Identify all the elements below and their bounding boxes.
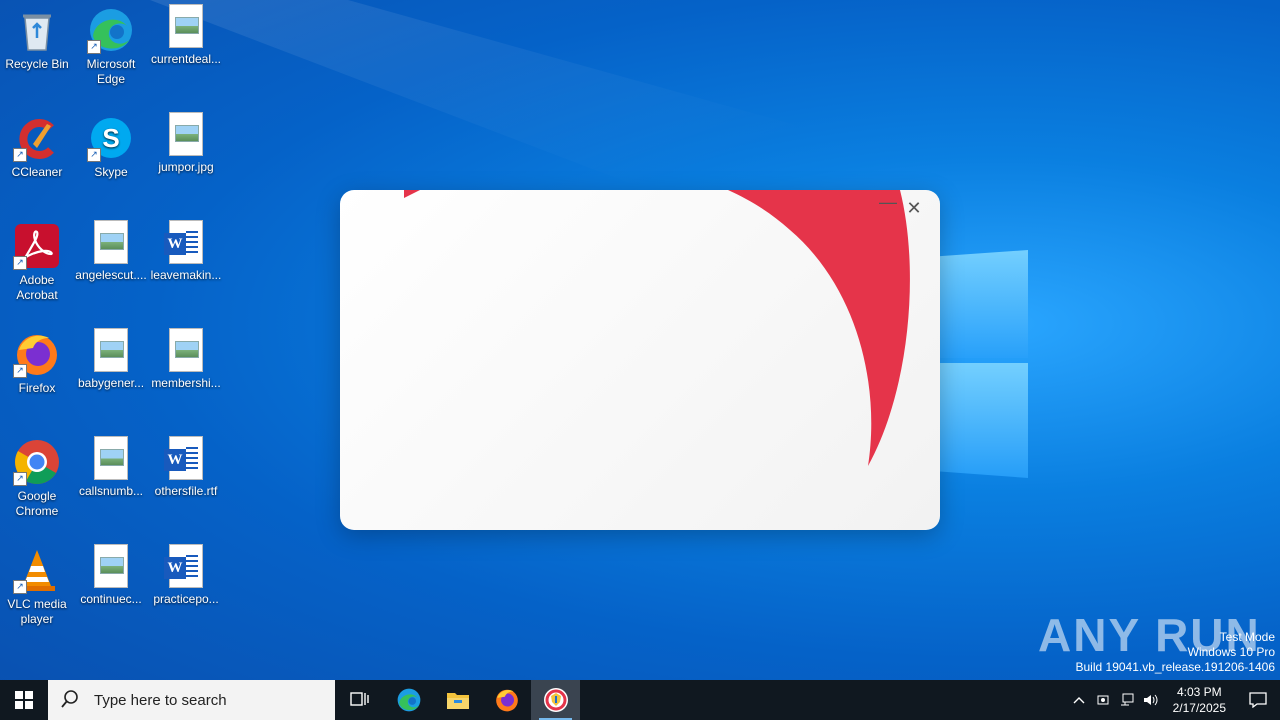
clock-time: 4:03 PM: [1176, 685, 1222, 699]
network-icon[interactable]: [1115, 680, 1139, 720]
ccleaner-icon: ↗: [13, 114, 61, 162]
windows-wallpaper-logo: [935, 240, 1030, 480]
desktop-icon-image-file[interactable]: currentdeal...: [149, 0, 223, 67]
folder-icon: [446, 693, 469, 709]
edge-icon: ↗: [87, 6, 135, 54]
desktop-icon-word-file[interactable]: W practicepo...: [149, 540, 223, 607]
shortcut-arrow-icon: ↗: [87, 148, 101, 162]
taskbar-file-explorer-button[interactable]: [433, 680, 482, 720]
volume-icon[interactable]: [1139, 680, 1163, 720]
splash-dialog[interactable]: — ✕: [340, 190, 940, 530]
taskbar-firefox-button[interactable]: [482, 680, 531, 720]
svg-text:S: S: [102, 123, 119, 153]
desktop-icon-firefox[interactable]: ↗ Firefox: [0, 324, 74, 396]
desktop-icon-skype[interactable]: S ↗ Skype: [74, 108, 148, 180]
shortcut-arrow-icon: ↗: [13, 472, 27, 486]
shortcut-arrow-icon: ↗: [13, 580, 27, 594]
image-file-icon: [94, 436, 128, 480]
start-button[interactable]: [0, 680, 48, 720]
desktop-icon-image-file[interactable]: continuec...: [74, 540, 148, 607]
skype-icon: S ↗: [87, 114, 135, 162]
image-file-icon: [94, 328, 128, 372]
image-file-icon: [169, 328, 203, 372]
build-text: Build 19041.vb_release.191206-1406: [1075, 660, 1276, 674]
taskbar: Type here to search 4:03 PM 2/17/2025: [0, 680, 1280, 720]
firefox-icon: ↗: [13, 330, 61, 378]
image-file-icon: [169, 4, 203, 48]
clock[interactable]: 4:03 PM 2/17/2025: [1173, 684, 1226, 716]
network-drive-icon[interactable]: [1091, 680, 1115, 720]
clock-date: 2/17/2025: [1172, 701, 1226, 715]
adobe-acrobat-icon: ↗: [13, 222, 61, 270]
recycle-bin-icon: [13, 6, 61, 54]
image-file-icon: [169, 112, 203, 156]
shortcut-arrow-icon: ↗: [13, 364, 27, 378]
search-placeholder: Type here to search: [94, 691, 227, 709]
image-file-icon: [94, 544, 128, 588]
taskbar-edge-button[interactable]: [384, 680, 433, 720]
word-document-icon: W: [164, 436, 203, 480]
image-file-icon: [94, 220, 128, 264]
shortcut-arrow-icon: ↗: [13, 148, 27, 162]
desktop-icon-vlc[interactable]: ↗ VLC media player: [0, 540, 74, 627]
word-document-icon: W: [164, 544, 203, 588]
word-document-icon: W: [164, 220, 203, 264]
desktop-icon-word-file[interactable]: W othersfile.rtf: [149, 432, 223, 499]
notifications-icon[interactable]: [1236, 680, 1280, 720]
desktop-icon-word-file[interactable]: W leavemakin...: [149, 216, 223, 283]
windows-start-icon: [15, 691, 33, 709]
desktop-icon-microsoft-edge[interactable]: ↗ Microsoft Edge: [74, 0, 148, 87]
task-view-button[interactable]: [335, 680, 384, 720]
task-view-icon: [349, 692, 369, 706]
edge-icon: [397, 688, 420, 712]
firefox-icon: [495, 689, 518, 712]
taskbar-search-box[interactable]: Type here to search: [48, 680, 335, 720]
desktop-icon-image-file[interactable]: babygener...: [74, 324, 148, 391]
taskbar-active-app-button[interactable]: [531, 680, 580, 720]
vlc-cone-icon: ↗: [13, 546, 61, 594]
desktop-icon-image-file[interactable]: jumpor.jpg: [149, 108, 223, 175]
app-shield-icon: [543, 688, 568, 712]
windows-edition-text: Windows 10 Pro: [1187, 645, 1275, 659]
os-watermark: Test Mode Windows 10 Pro Build 19041.vb_…: [1076, 630, 1276, 675]
show-hidden-icons-chevron-up-icon[interactable]: [1067, 680, 1091, 720]
minimize-button[interactable]: —: [877, 192, 899, 214]
desktop-icon-image-file[interactable]: angelescut....: [74, 216, 148, 283]
close-button[interactable]: ✕: [903, 198, 925, 220]
google-chrome-icon: ↗: [13, 438, 61, 486]
desktop-icon-ccleaner[interactable]: ↗ CCleaner: [0, 108, 74, 180]
search-icon: [60, 689, 82, 711]
splash-red-swoosh: [404, 190, 910, 466]
desktop-icon-recycle-bin[interactable]: Recycle Bin: [0, 0, 74, 72]
desktop-icon-image-file[interactable]: membershi...: [149, 324, 223, 391]
desktop-icon-google-chrome[interactable]: ↗ Google Chrome: [0, 432, 74, 519]
test-mode-text: Test Mode: [1219, 630, 1275, 644]
shortcut-arrow-icon: ↗: [87, 40, 101, 54]
shortcut-arrow-icon: ↗: [13, 256, 27, 270]
desktop-icon-image-file[interactable]: callsnumb...: [74, 432, 148, 499]
desktop-icon-adobe-acrobat[interactable]: ↗ Adobe Acrobat: [0, 216, 74, 303]
system-tray: 4:03 PM 2/17/2025: [1067, 680, 1280, 720]
